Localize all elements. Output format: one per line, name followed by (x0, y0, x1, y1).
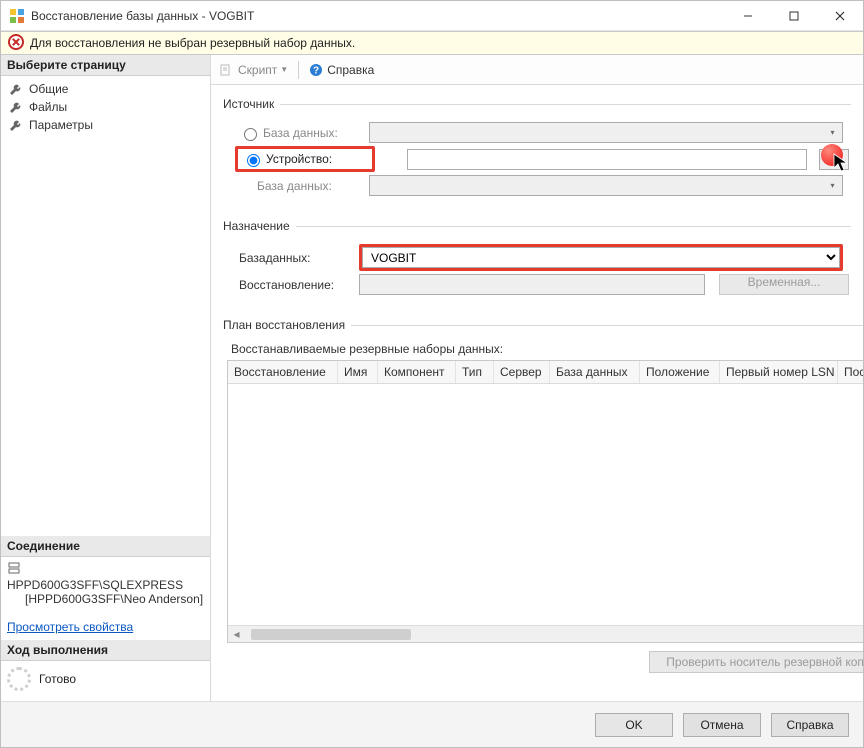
minimize-button[interactable] (725, 1, 771, 31)
wrench-icon (9, 118, 23, 132)
help-label: Справка (327, 63, 374, 77)
verify-backup-media-button: Проверить носитель резервной копии (649, 651, 863, 673)
grid-col-server[interactable]: Сервер (494, 361, 550, 383)
grid-col-restore[interactable]: Восстановление (228, 361, 338, 383)
ok-button[interactable]: OK (595, 713, 673, 737)
chevron-down-icon: ▾ (825, 125, 840, 140)
group-source: Источник База данных: ▾ Устройство: (223, 97, 851, 203)
error-bar: Для восстановления не выбран резервный н… (1, 31, 863, 55)
label-dest-db: Базаданных: (239, 251, 359, 265)
backup-sets-grid[interactable]: Восстановление Имя Компонент Тип Сервер … (227, 360, 863, 643)
connection-info: HPPD600G3SFF\SQLEXPRESS [HPPD600G3SFF\Ne… (1, 557, 210, 610)
connection-user: [HPPD600G3SFF\Neo Anderson] (25, 592, 203, 606)
scroll-left-icon[interactable]: ◂ (228, 626, 245, 643)
highlight-device: Устройство: (235, 146, 375, 172)
grid-col-lastlsn[interactable]: Последн (838, 361, 863, 383)
grid-body (228, 384, 863, 625)
maximize-button[interactable] (771, 1, 817, 31)
sidebar-header-progress: Ход выполнения (1, 640, 210, 661)
label-source-device: Устройство: (266, 152, 332, 166)
main-panel: Источник База данных: ▾ Устройство: (211, 85, 863, 701)
sidebar-list: Общие Файлы Параметры (1, 76, 210, 138)
combo-db-under-device: ▾ (369, 175, 843, 196)
grid-col-database[interactable]: База данных (550, 361, 640, 383)
server-icon (7, 561, 21, 578)
combo-source-database: ▾ (369, 122, 843, 143)
script-button[interactable]: Скрипт ▼ (219, 63, 288, 77)
cancel-button[interactable]: Отмена (683, 713, 761, 737)
row-dest-db: Базаданных: VOGBIT (239, 244, 849, 271)
svg-text:?: ? (313, 65, 319, 76)
sidebar-item-label: Общие (29, 82, 68, 96)
group-plan: План восстановления Восстанавливаемые ре… (223, 318, 863, 683)
help-button-footer[interactable]: Справка (771, 713, 849, 737)
grid-col-position[interactable]: Положение (640, 361, 720, 383)
help-icon: ? (309, 63, 323, 77)
verify-row: Проверить носитель резервной копии (225, 645, 863, 679)
row-dest-restore: Восстановление: Временная... (239, 274, 849, 295)
grid-col-firstlsn[interactable]: Первый номер LSN (720, 361, 838, 383)
input-device-path[interactable] (407, 149, 807, 170)
window-title: Восстановление базы данных - VOGBIT (31, 9, 725, 23)
label-backup-sets: Восстанавливаемые резервные наборы данны… (231, 342, 863, 356)
progress-spinner-icon (7, 667, 31, 691)
connection-server: HPPD600G3SFF\SQLEXPRESS (7, 578, 183, 592)
select-dest-db[interactable]: VOGBIT (362, 247, 840, 268)
grid-col-component[interactable]: Компонент (378, 361, 456, 383)
script-label: Скрипт (238, 63, 277, 77)
body: Выберите страницу Общие Файлы Параметры … (1, 55, 863, 701)
separator (298, 61, 299, 79)
group-destination: Назначение Базаданных: VOGBIT Восстановл… (223, 219, 851, 302)
sidebar-item-label: Параметры (29, 118, 93, 132)
sidebar-spacer (1, 138, 210, 536)
label-source-database: База данных: (263, 126, 338, 140)
label-dest-restore: Восстановление: (239, 278, 359, 292)
scroll-track[interactable] (245, 626, 863, 643)
legend-source: Источник (223, 97, 280, 111)
content: Скрипт ▼ ? Справка Источник База данн (211, 55, 863, 701)
label-db-under-device: База данных: (257, 179, 332, 193)
legend-destination: Назначение (223, 219, 296, 233)
cursor-icon (833, 153, 851, 173)
dialog-footer: OK Отмена Справка (1, 701, 863, 747)
chevron-down-icon: ▾ (825, 178, 840, 193)
window: Восстановление базы данных - VOGBIT Для … (0, 0, 864, 748)
error-text: Для восстановления не выбран резервный н… (30, 36, 355, 50)
sidebar-header-select-page: Выберите страницу (1, 55, 210, 76)
grid-hscroll[interactable]: ◂ ▸ (228, 625, 863, 642)
content-toolbar: Скрипт ▼ ? Справка (211, 55, 863, 85)
help-button[interactable]: ? Справка (309, 63, 374, 77)
sidebar-item-label: Файлы (29, 100, 67, 114)
close-button[interactable] (817, 1, 863, 31)
grid-col-name[interactable]: Имя (338, 361, 378, 383)
sidebar-header-connection: Соединение (1, 536, 210, 557)
input-restore-to (359, 274, 705, 295)
wrench-icon (9, 82, 23, 96)
sidebar-item-general[interactable]: Общие (5, 80, 206, 98)
radio-source-database[interactable] (244, 128, 257, 141)
row-source-device: Устройство: ... (235, 146, 849, 172)
script-icon (219, 63, 233, 77)
error-icon (8, 34, 24, 53)
scroll-thumb[interactable] (251, 629, 411, 640)
grid-header: Восстановление Имя Компонент Тип Сервер … (228, 361, 863, 384)
titlebar: Восстановление базы данных - VOGBIT (1, 1, 863, 31)
dropdown-icon: ▼ (280, 65, 288, 74)
legend-plan: План восстановления (223, 318, 351, 332)
wrench-icon (9, 100, 23, 114)
radio-source-device[interactable] (247, 154, 260, 167)
sidebar: Выберите страницу Общие Файлы Параметры … (1, 55, 211, 701)
timeline-button[interactable]: Временная... (719, 274, 849, 295)
sidebar-item-files[interactable]: Файлы (5, 98, 206, 116)
highlight-dest-db: VOGBIT (359, 244, 843, 271)
row-source-db: База данных: ▾ (239, 122, 849, 143)
app-icon (9, 8, 25, 24)
grid-col-type[interactable]: Тип (456, 361, 494, 383)
row-source-db-under: База данных: ▾ (239, 175, 849, 196)
progress-ready-label: Готово (39, 672, 76, 686)
progress-ready: Готово (1, 661, 210, 701)
sidebar-item-options[interactable]: Параметры (5, 116, 206, 134)
view-properties-link[interactable]: Просмотреть свойства (7, 620, 204, 634)
